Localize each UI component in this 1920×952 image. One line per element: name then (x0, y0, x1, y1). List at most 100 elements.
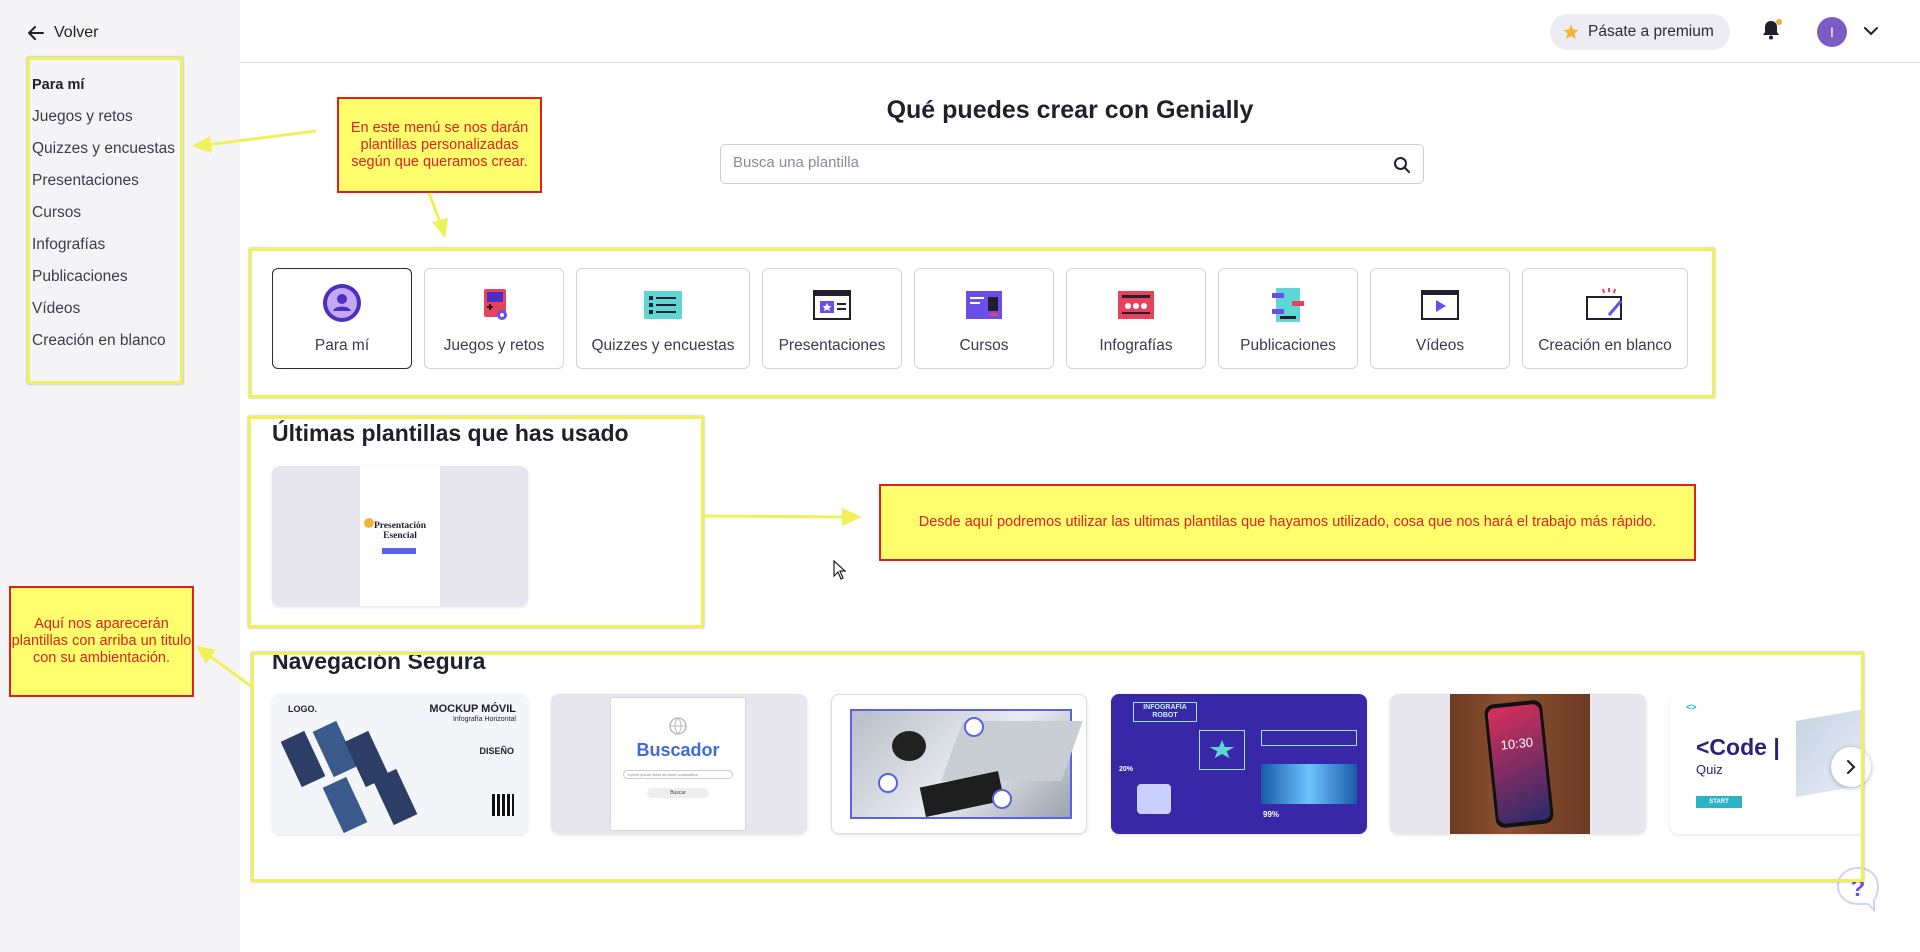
category-label: Creación en blanco (1538, 337, 1672, 354)
buscador-title: Buscador (636, 740, 720, 760)
category-label: Quizzes y encuestas (591, 337, 735, 354)
premium-label: Pásate a premium (1588, 23, 1714, 40)
chevron-right-icon (1847, 760, 1856, 774)
zoom-icon (992, 789, 1012, 809)
template-card-mockup-movil[interactable]: LOGO. MOCKUP MÓVIL Infografía Horizontal… (272, 694, 528, 834)
mockup-title: MOCKUP MÓVIL (429, 703, 516, 715)
category-videos[interactable]: Vídeos (1370, 268, 1510, 369)
robot-image (1261, 764, 1357, 804)
phone-mockup (322, 776, 368, 834)
annotation-title-note: Aquí nos aparecerán plantillas con arrib… (9, 586, 194, 697)
presentation-icon (813, 290, 851, 320)
notification-dot (1776, 19, 1782, 25)
template-card-buscador[interactable]: Buscador Lorem ipsum dolor sit amet cons… (551, 694, 807, 834)
video-icon (1421, 290, 1459, 320)
arrow-left-icon (28, 26, 44, 40)
annotation-menu-note: En este menú se nos darán plantillas per… (337, 97, 542, 193)
buscador-button: Buscar (647, 788, 709, 798)
category-label: Cursos (959, 337, 1009, 354)
template-card-laptop[interactable] (831, 694, 1087, 834)
search-icon[interactable] (1393, 156, 1411, 174)
svg-text:?: ? (1851, 875, 1866, 902)
qr-code (492, 794, 514, 816)
code-subtitle: Quiz (1696, 762, 1723, 777)
laptop-shape (941, 721, 1083, 781)
category-cursos[interactable]: Cursos (914, 268, 1054, 369)
game-icon (484, 289, 507, 320)
blank-canvas-icon (1586, 288, 1623, 320)
category-para-mi[interactable]: Para mí (272, 268, 412, 369)
category-label: Vídeos (1415, 337, 1465, 354)
star-icon (1563, 24, 1579, 39)
template-thumbnail: Presentación Esencial (360, 466, 440, 606)
back-label: Volver (54, 24, 99, 41)
mockup-subtitle: Infografía Horizontal (452, 716, 516, 723)
safe-navigation-title: Navegación Segura (272, 648, 486, 674)
search-input[interactable] (733, 154, 1353, 171)
sidebar-item-presentaciones[interactable]: Presentaciones (32, 170, 175, 202)
category-creacion-en-blanco[interactable]: Creación en blanco (1522, 268, 1688, 369)
sidebar-item-quizzes-y-encuestas[interactable]: Quizzes y encuestas (32, 138, 175, 170)
buscador-input: Lorem ipsum dolor sit amet consectetur (623, 770, 733, 779)
arrow-to-recent-note (703, 508, 862, 526)
category-juegos-y-retos[interactable]: Juegos y retos (424, 268, 564, 369)
sidebar-item-para-mi[interactable]: Para mí (32, 74, 175, 106)
template-button (382, 548, 416, 554)
sidebar: Volver Para mí Juegos y retos Quizzes y … (0, 0, 240, 952)
category-publicaciones[interactable]: Publicaciones (1218, 268, 1358, 369)
code-start-button: START (1696, 796, 1742, 808)
category-presentaciones[interactable]: Presentaciones (762, 268, 902, 369)
next-templates-button[interactable] (1831, 747, 1871, 787)
avatar[interactable]: I (1817, 17, 1847, 47)
chevron-down-icon[interactable] (1863, 25, 1879, 37)
category-label: Publicaciones (1240, 337, 1336, 354)
sidebar-item-infografias[interactable]: Infografías (32, 234, 175, 266)
category-label: Para mí (314, 337, 370, 354)
globe-icon (669, 717, 687, 735)
category-quizzes-y-encuestas[interactable]: Quizzes y encuestas (576, 268, 750, 369)
mockup-section: DISEÑO (479, 746, 514, 756)
publication-icon (1272, 288, 1304, 322)
template-title-line2: Esencial (383, 531, 417, 541)
premium-button[interactable]: Pásate a premium (1550, 14, 1730, 50)
sidebar-item-videos[interactable]: Vídeos (32, 298, 175, 330)
category-infografias[interactable]: Infografías (1066, 268, 1206, 369)
sidebar-item-cursos[interactable]: Cursos (32, 202, 175, 234)
search-box (720, 144, 1424, 184)
template-card-phone[interactable]: 10:30 (1390, 694, 1646, 834)
course-icon (966, 291, 1002, 319)
category-label: Presentaciones (778, 337, 886, 354)
template-card-infografia-robot[interactable]: INFOGRAFÍA ROBOT 20% 99% (1111, 694, 1367, 834)
zoom-icon (964, 717, 984, 737)
code-tag: <> (1686, 702, 1697, 712)
notifications-button[interactable] (1762, 19, 1782, 45)
recent-templates-title: Últimas plantillas que has usado (272, 420, 629, 446)
template-photo: 10:30 (1450, 694, 1590, 834)
robot-title: INFOGRAFÍA ROBOT (1133, 702, 1197, 722)
robot-icons-row (1261, 730, 1357, 746)
page-title: Qué puedes crear con Genially (886, 96, 1254, 124)
robot-shape (1137, 784, 1171, 814)
help-button[interactable]: ? (1834, 864, 1882, 913)
arrow-to-categories (427, 192, 448, 238)
help-icon: ? (1836, 866, 1880, 913)
template-card-presentacion-esencial[interactable]: Presentación Esencial (272, 466, 528, 606)
template-photo (850, 709, 1083, 819)
camera-lens-shape (892, 731, 926, 761)
user-icon (323, 284, 361, 322)
back-button[interactable]: Volver (28, 24, 98, 42)
category-label: Juegos y retos (443, 337, 545, 354)
mouse-cursor-icon (833, 560, 847, 580)
phone-mockup (372, 768, 418, 826)
quiz-list-icon (644, 291, 682, 319)
sidebar-item-creacion-en-blanco[interactable]: Creación en blanco (32, 330, 175, 362)
category-label: Infografías (1099, 337, 1173, 354)
sidebar-item-publicaciones[interactable]: Publicaciones (32, 266, 175, 298)
phone-shape: 10:30 (1483, 699, 1555, 829)
template-decoration (364, 518, 374, 528)
template-title-line1: Presentación (373, 521, 427, 531)
sidebar-menu: Para mí Juegos y retos Quizzes y encuest… (32, 74, 175, 362)
mockup-logo: LOGO. (288, 704, 317, 714)
sidebar-item-juegos-y-retos[interactable]: Juegos y retos (32, 106, 175, 138)
annotation-recent-note: Desde aquí podremos utilizar las ultimas… (879, 484, 1696, 561)
